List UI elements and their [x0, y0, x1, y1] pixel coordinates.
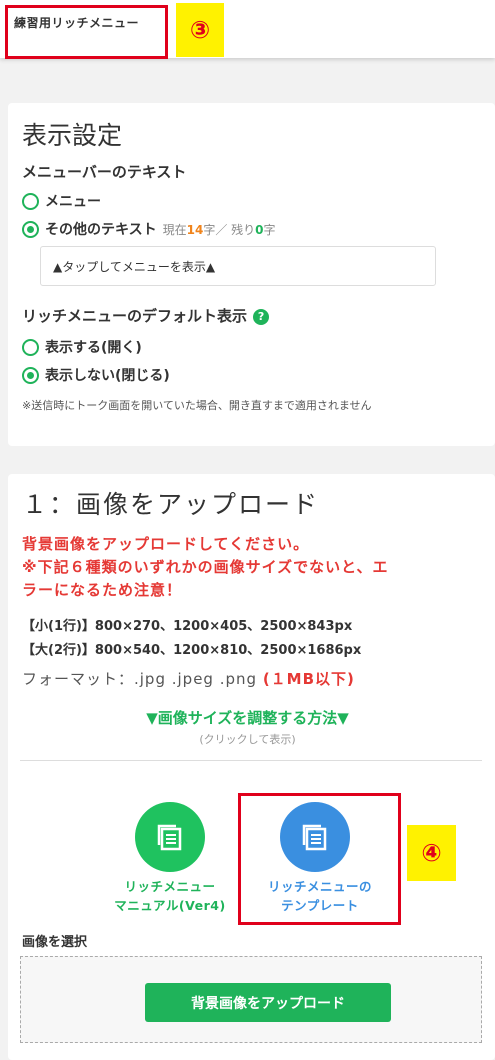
upload-warning-line-3: ラーになるため注意！: [22, 581, 183, 599]
help-icon[interactable]: ?: [253, 308, 270, 325]
radio-label: 表示する(開く): [45, 340, 142, 356]
upload-warning-line-1: 背景画像をアップロードしてください。: [22, 535, 310, 553]
manual-label[interactable]: リッチメニュー マニュアル(Ver4): [95, 877, 245, 915]
radio-label: 表示しない(閉じる): [45, 368, 170, 384]
upload-section-title: １：画像をアップロード: [22, 490, 320, 519]
copy-icon: [157, 824, 182, 851]
radio-label: その他のテキスト: [45, 222, 157, 238]
radio-option-hide[interactable]: 表示しない(閉じる): [22, 365, 170, 385]
size-large: 【大(2行)】800×540、1200×810、2500×1686px: [22, 643, 362, 658]
radio-option-show[interactable]: 表示する(開く): [22, 337, 142, 357]
size-small: 【小(1行)】800×270、1200×405、2500×843px: [22, 619, 353, 634]
char-count-note: 現在14字／ 残り0字: [162, 222, 276, 237]
radio-button-checked[interactable]: [22, 366, 39, 384]
apply-note: ※送信時にトーク画面を開いていた場合、開き直すまで適用されません: [22, 399, 372, 412]
radio-label: メニュー: [45, 194, 101, 210]
upload-warning-line-2: ※下記６種類のいずれかの画像サイズでないと、エ: [22, 558, 389, 576]
upload-background-button[interactable]: 背景画像をアップロード: [145, 983, 391, 1022]
annotation-box-4: [238, 793, 401, 925]
radio-option-menu[interactable]: メニュー: [22, 191, 101, 211]
default-display-heading: リッチメニューのデフォルト表示?: [22, 305, 270, 326]
radio-button[interactable]: [22, 338, 39, 356]
display-settings-title: 表示設定: [22, 121, 123, 150]
annotation-badge-3: ③: [176, 3, 224, 57]
divider: [20, 760, 482, 761]
radio-option-other-text[interactable]: その他のテキスト 現在14字／ 残り0字: [22, 219, 276, 239]
manual-button[interactable]: [135, 802, 205, 872]
howto-link[interactable]: ▼画像サイズを調整する方法▼: [0, 707, 495, 728]
annotation-box-3: [5, 5, 168, 59]
annotation-badge-4: ④: [407, 825, 456, 881]
select-image-label: 画像を選択: [22, 935, 88, 950]
format-line: フォーマット：.jpg .jpeg .png (１MB以下): [22, 670, 355, 688]
menubar-text-heading: メニューバーのテキスト: [22, 163, 187, 181]
menubar-text-input[interactable]: ▲タップしてメニューを表示▲: [40, 246, 436, 286]
howto-sub: (クリックして表示): [199, 733, 296, 746]
radio-button[interactable]: [22, 192, 39, 210]
size-limit: (１MB以下): [262, 670, 355, 688]
radio-button-checked[interactable]: [22, 220, 39, 238]
